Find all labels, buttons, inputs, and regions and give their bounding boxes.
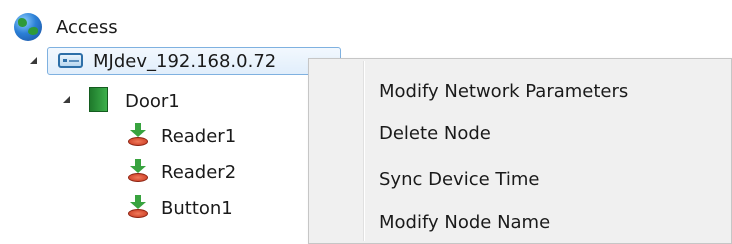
menu-item-label: Sync Device Time (379, 168, 540, 190)
tree-node-reader2[interactable]: Reader2 (161, 158, 236, 186)
network-device-icon (58, 53, 83, 68)
tree-node-label: Access (56, 16, 118, 38)
reader-icon (127, 159, 149, 183)
tree-node-label: MJdev_192.168.0.72 (93, 50, 277, 72)
menu-item-label: Modify Node Name (379, 211, 551, 233)
reader-icon (127, 123, 149, 147)
tree-node-label: Button1 (161, 197, 233, 219)
tree-node-button1[interactable]: Button1 (161, 194, 233, 222)
menu-item-modify-network-parameters[interactable]: Modify Network Parameters (379, 74, 628, 108)
tree-node-door[interactable]: Door1 (125, 87, 180, 115)
menu-item-modify-node-name[interactable]: Modify Node Name (379, 205, 550, 239)
door-icon (89, 87, 108, 112)
tree-node-label: Door1 (125, 90, 180, 112)
menu-item-label: Delete Node (379, 122, 491, 144)
context-menu: Modify Network Parameters Delete Node Sy… (308, 58, 732, 244)
globe-icon (14, 13, 42, 41)
device-tree-panel: Access MJdev_192.168.0.72 Door1 Reader1 … (0, 0, 732, 244)
tree-node-label: Reader2 (161, 161, 237, 183)
tree-node-reader1[interactable]: Reader1 (161, 122, 236, 150)
tree-node-access[interactable]: Access (56, 13, 118, 41)
expanded-arrow-icon[interactable] (63, 96, 70, 103)
button-icon (127, 195, 149, 219)
menu-item-sync-device-time[interactable]: Sync Device Time (379, 162, 539, 196)
menu-icon-gutter (363, 61, 365, 241)
tree-node-label: Reader1 (161, 125, 237, 147)
tree-node-device[interactable]: MJdev_192.168.0.72 (93, 47, 276, 75)
menu-item-delete-node[interactable]: Delete Node (379, 116, 491, 150)
menu-item-label: Modify Network Parameters (379, 80, 629, 102)
expanded-arrow-icon[interactable] (30, 57, 37, 64)
